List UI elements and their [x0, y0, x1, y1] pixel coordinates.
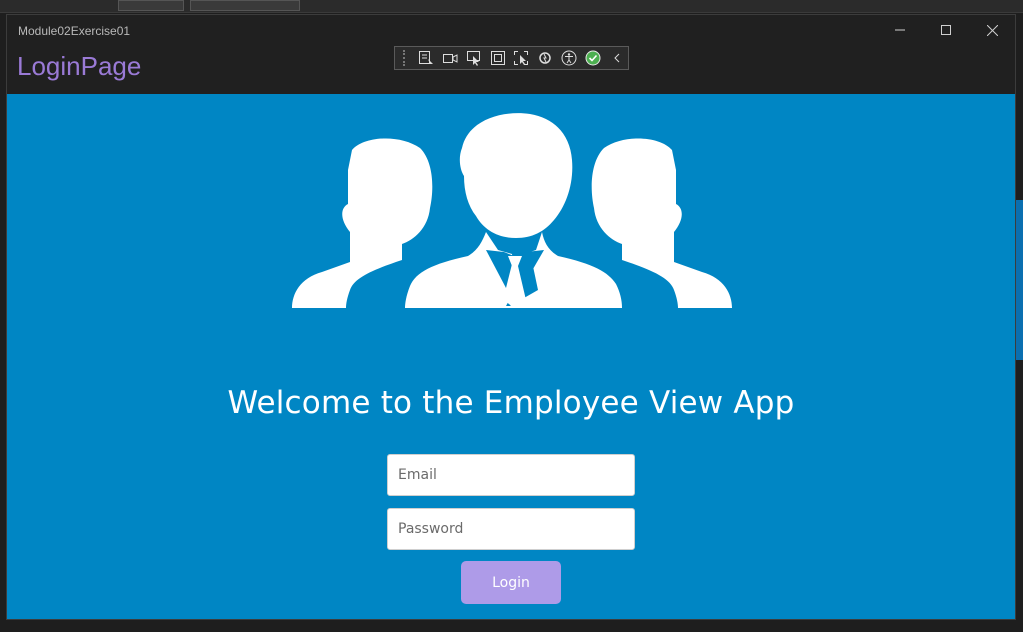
- ide-background-panel: [1015, 200, 1023, 360]
- close-button[interactable]: [969, 15, 1015, 45]
- hot-reload-icon: [539, 52, 552, 64]
- hot-reload-button[interactable]: [534, 48, 556, 68]
- video-icon: [442, 54, 458, 63]
- collapse-icon: [614, 53, 620, 63]
- debug-toolbar: [394, 46, 629, 70]
- minimize-icon: [895, 29, 905, 31]
- frame-icon: [490, 51, 505, 65]
- title-bar: Module02Exercise01: [7, 15, 1015, 47]
- layout-adorners-button[interactable]: [511, 48, 533, 68]
- collapse-toolbar-button[interactable]: [606, 48, 628, 68]
- record-button[interactable]: [439, 48, 461, 68]
- accessibility-button[interactable]: [558, 48, 580, 68]
- maximize-icon: [941, 25, 951, 35]
- minimize-button[interactable]: [877, 15, 923, 45]
- page-title: LoginPage: [17, 51, 142, 81]
- check-icon: [585, 50, 601, 66]
- employees-icon: [292, 113, 732, 308]
- toolbar-grip[interactable]: [403, 50, 409, 66]
- login-button[interactable]: Login: [461, 561, 561, 604]
- display-layout-button[interactable]: [487, 48, 509, 68]
- email-input[interactable]: [387, 454, 635, 496]
- login-content: Welcome to the Employee View App Login: [7, 94, 1015, 619]
- verify-button[interactable]: [582, 48, 604, 68]
- password-input[interactable]: [387, 508, 635, 550]
- select-element-icon: [418, 51, 433, 64]
- ide-toolbar: [0, 0, 1023, 13]
- maximize-button[interactable]: [923, 15, 969, 45]
- layout-adorner-icon: [514, 51, 529, 65]
- app-window: Module02Exercise01 LoginPage Welcome to …: [6, 14, 1016, 620]
- select-pointer-button[interactable]: [463, 48, 485, 68]
- ide-config-dropdown[interactable]: [118, 0, 184, 11]
- welcome-heading: Welcome to the Employee View App: [227, 384, 795, 421]
- accessibility-icon: [561, 50, 577, 66]
- ide-platform-dropdown[interactable]: [190, 0, 300, 11]
- window-title: Module02Exercise01: [18, 24, 131, 38]
- pointer-icon: [466, 51, 480, 66]
- select-element-button[interactable]: [415, 48, 437, 68]
- close-icon: [986, 24, 998, 36]
